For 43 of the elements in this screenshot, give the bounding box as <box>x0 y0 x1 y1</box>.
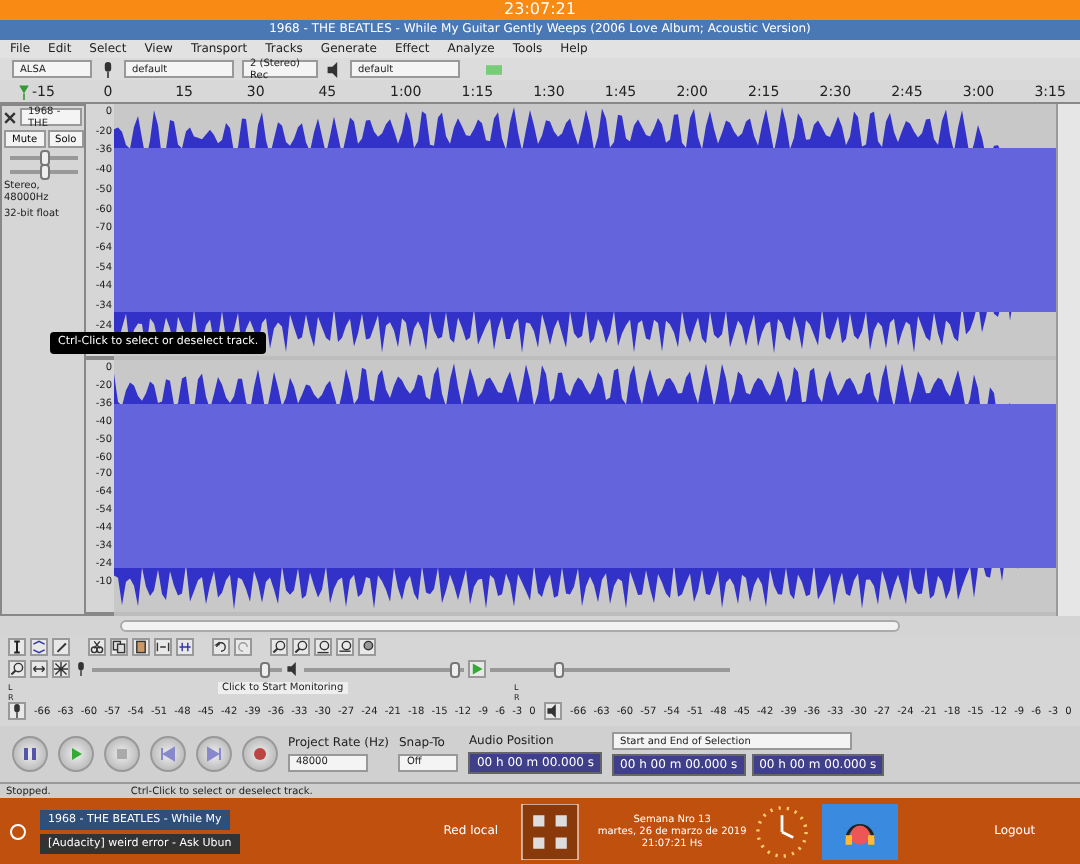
multi-tool-icon[interactable] <box>52 660 70 678</box>
selection-tool-icon[interactable] <box>8 638 26 656</box>
speaker-icon[interactable] <box>544 702 562 720</box>
pause-icon <box>20 744 40 764</box>
copy-icon[interactable] <box>110 638 128 656</box>
fit-project-icon[interactable] <box>336 638 354 656</box>
skip-to-end-icon <box>204 744 224 764</box>
horizontal-scrollbar[interactable] <box>120 620 900 632</box>
waveform[interactable] <box>114 360 1056 612</box>
playback-volume-thumb[interactable] <box>449 661 460 677</box>
microphone-icon[interactable] <box>8 702 26 720</box>
stop-icon <box>112 744 132 764</box>
microphone-icon <box>74 662 88 676</box>
zoom-in-icon[interactable] <box>270 638 288 656</box>
pan-slider-thumb[interactable] <box>39 163 49 179</box>
speaker-icon <box>286 662 300 676</box>
close-icon[interactable] <box>4 111 16 123</box>
paste-icon[interactable] <box>132 638 150 656</box>
record-button[interactable] <box>242 736 278 772</box>
pause-button[interactable] <box>12 736 48 772</box>
skip-to-start-button[interactable] <box>150 736 186 772</box>
trim-icon[interactable] <box>154 638 172 656</box>
time-shift-tool-icon[interactable] <box>30 660 48 678</box>
clock: 23:07:21 <box>504 0 576 20</box>
fit-selection-icon[interactable] <box>314 638 332 656</box>
play-speed-thumb[interactable] <box>554 661 565 677</box>
play-icon <box>66 744 86 764</box>
cut-icon[interactable] <box>88 638 106 656</box>
silence-icon[interactable] <box>176 638 194 656</box>
undo-icon[interactable] <box>212 638 230 656</box>
pin-icon <box>16 84 32 100</box>
pencil-tool-icon[interactable] <box>52 638 70 656</box>
vertical-scrollbar[interactable] <box>1056 104 1080 616</box>
recording-volume-thumb[interactable] <box>259 661 270 677</box>
microphone-icon <box>100 61 116 77</box>
clock-icon <box>754 804 811 860</box>
zoom-toggle-icon[interactable] <box>358 638 376 656</box>
record-icon <box>250 744 270 764</box>
zoom-out-icon[interactable] <box>292 638 310 656</box>
zoom-tool-icon[interactable] <box>8 660 26 678</box>
envelope-tool-icon[interactable] <box>30 638 48 656</box>
skip-to-start-icon <box>158 744 178 764</box>
waveform[interactable] <box>114 104 1056 356</box>
